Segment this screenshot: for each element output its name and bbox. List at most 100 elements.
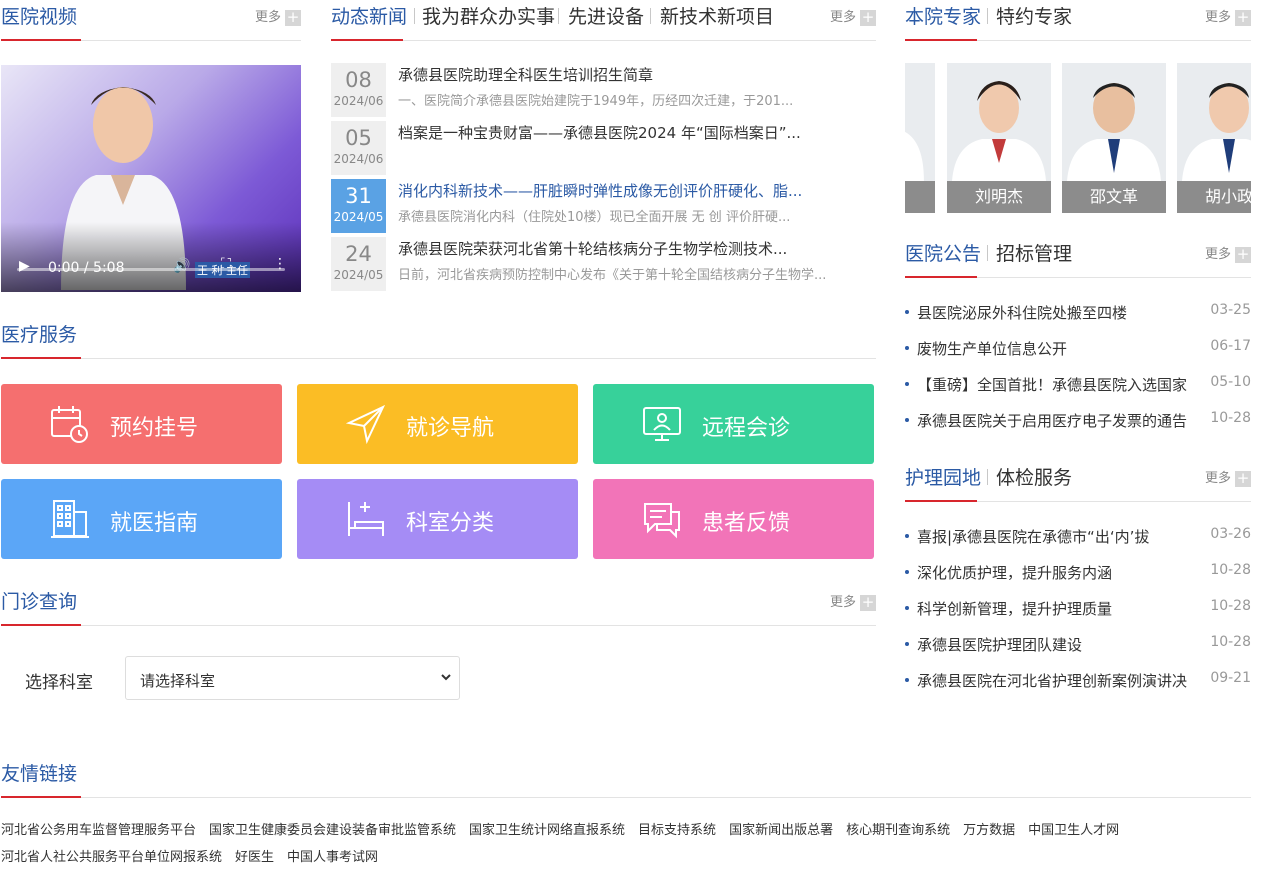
- calendar-clock-icon: [51, 406, 88, 443]
- list-item-title[interactable]: 深化优质护理，提升服务内涵: [917, 562, 1205, 583]
- friendly-link[interactable]: 核心期刊查询系统: [846, 823, 950, 838]
- news-item[interactable]: 08 2024/06 承德县医院助理全科医生培训招生简章 一、医院简介承德县医院始…: [331, 63, 876, 117]
- nursing-header: 护理园地 体检服务 更多 +: [905, 461, 1251, 502]
- experts-carousel[interactable]: 刘明杰 邵文革 胡小政: [905, 63, 1251, 213]
- navigation-label: 就诊导航: [406, 416, 495, 441]
- news-day: 24: [345, 242, 372, 266]
- department-select[interactable]: 请选择科室: [125, 656, 460, 700]
- bullet-icon: [905, 382, 909, 386]
- guide-button[interactable]: 就医指南: [1, 479, 282, 559]
- list-item[interactable]: 废物生产单位信息公开 06-17: [905, 337, 1251, 361]
- news-title[interactable]: 承德县医院助理全科医生培训招生简章: [398, 64, 868, 85]
- list-item-date: 05-10: [1210, 374, 1251, 390]
- list-item-title[interactable]: 县医院泌尿外科住院处搬至四楼: [917, 302, 1205, 323]
- outpatient-more-link[interactable]: 更多 +: [830, 591, 876, 611]
- friendly-link[interactable]: 好医生: [235, 850, 274, 865]
- friendly-link[interactable]: 万方数据: [963, 823, 1015, 838]
- list-item[interactable]: 深化优质护理，提升服务内涵 10-28: [905, 561, 1251, 585]
- list-item-date: 10-28: [1210, 634, 1251, 650]
- expert-photo: [905, 131, 924, 181]
- tab-new-tech[interactable]: 新技术新项目: [660, 2, 774, 29]
- friendly-link[interactable]: 国家新闻出版总署: [729, 823, 833, 838]
- list-item-date: 03-25: [1210, 302, 1251, 318]
- friendly-link[interactable]: 国家卫生统计网络直报系统: [469, 823, 625, 838]
- list-item-title[interactable]: 承德县医院在河北省护理创新案例演讲决: [917, 670, 1205, 691]
- news-day: 31: [345, 184, 372, 208]
- expert-card[interactable]: 胡小政: [1177, 63, 1251, 213]
- list-item[interactable]: 喜报|承德县医院在承德市“出‘内’拔 03-26: [905, 525, 1251, 549]
- plus-icon: +: [860, 592, 876, 611]
- list-item-date: 06-17: [1210, 338, 1251, 354]
- friendly-link[interactable]: 目标支持系统: [638, 823, 716, 838]
- tab-checkup[interactable]: 体检服务: [996, 463, 1072, 490]
- experts-more-link[interactable]: 更多 +: [1205, 6, 1251, 26]
- appointment-button[interactable]: 预约挂号: [1, 384, 282, 464]
- video-player[interactable]: ▶ 0:00 / 5:08 🔊 王 利 主任 ⛶ ⋮: [1, 65, 301, 292]
- title-underline: [1, 39, 81, 41]
- video-more-link[interactable]: 更多 +: [255, 6, 301, 26]
- list-item[interactable]: 科学创新管理，提升护理质量 10-28: [905, 597, 1251, 621]
- list-item[interactable]: 承德县医院在河北省护理创新案例演讲决 09-21: [905, 669, 1251, 693]
- expert-photo: [1067, 83, 1161, 181]
- expert-card[interactable]: 刘明杰: [947, 63, 1051, 213]
- friendly-link[interactable]: 河北省公务用车监督管理服务平台: [1, 823, 196, 838]
- plus-icon: +: [285, 7, 301, 26]
- friendly-link[interactable]: 中国人事考试网: [287, 850, 378, 865]
- video-progress-bar[interactable]: [17, 268, 285, 271]
- news-year-month: 2024/06: [333, 152, 384, 166]
- list-item-title[interactable]: 【重磅】全国首批！承德县医院入选国家: [917, 374, 1205, 395]
- news-item[interactable]: 24 2024/05 承德县医院荣获河北省第十轮结核病分子生物学检测技术... 日…: [331, 237, 876, 291]
- video-section-header: 医院视频 更多 +: [1, 0, 301, 41]
- more-label: 更多: [829, 10, 856, 25]
- tab-serve-people[interactable]: 我为群众办实事: [422, 2, 555, 29]
- list-item[interactable]: 【重磅】全国首批！承德县医院入选国家 05-10: [905, 373, 1251, 397]
- list-item-title[interactable]: 承德县医院关于启用医疗电子发票的通告: [917, 410, 1205, 431]
- remote-consultation-button[interactable]: 远程会诊: [593, 384, 874, 464]
- news-day: 05: [345, 126, 372, 150]
- tab-separator: [987, 8, 988, 24]
- list-item-title[interactable]: 喜报|承德县医院在承德市“出‘内’拔: [917, 526, 1205, 547]
- notice-more-link[interactable]: 更多 +: [1205, 243, 1251, 263]
- tab-news[interactable]: 动态新闻: [331, 2, 407, 29]
- more-label: 更多: [1204, 471, 1231, 486]
- feedback-button[interactable]: 患者反馈: [593, 479, 874, 559]
- news-title[interactable]: 承德县医院荣获河北省第十轮结核病分子生物学检测技术...: [398, 238, 868, 259]
- news-item[interactable]: 31 2024/05 消化内科新技术——肝脏瞬时弹性成像无创评价肝硬化、脂... …: [331, 179, 876, 233]
- tab-invited-experts[interactable]: 特约专家: [996, 2, 1072, 29]
- list-item-title[interactable]: 科学创新管理，提升护理质量: [917, 598, 1205, 619]
- list-item-title[interactable]: 承德县医院护理团队建设: [917, 634, 1205, 655]
- news-year-month: 2024/05: [333, 210, 384, 224]
- list-item[interactable]: 承德县医院护理团队建设 10-28: [905, 633, 1251, 657]
- news-summary: 承德县医院消化内科（住院处10楼）现已全面开展 无 创 评价肝硬...: [398, 210, 791, 225]
- tab-bidding[interactable]: 招标管理: [996, 239, 1072, 266]
- bullet-icon: [905, 606, 909, 610]
- expert-card-partial[interactable]: [905, 63, 935, 213]
- news-item[interactable]: 05 2024/06 档案是一种宝贵财富——承德县医院2024 年“国际档案日”.…: [331, 121, 876, 175]
- expert-card[interactable]: 邵文革: [1062, 63, 1166, 213]
- list-item-title[interactable]: 废物生产单位信息公开: [917, 338, 1205, 359]
- tab-hospital-notice[interactable]: 医院公告: [905, 239, 981, 266]
- navigation-button[interactable]: 就诊导航: [297, 384, 578, 464]
- department-select-value: 请选择科室: [140, 672, 216, 690]
- bullet-icon: [905, 310, 909, 314]
- list-item[interactable]: 县医院泌尿外科住院处搬至四楼 03-25: [905, 301, 1251, 325]
- news-title[interactable]: 消化内科新技术——肝脏瞬时弹性成像无创评价肝硬化、脂...: [398, 180, 868, 201]
- bullet-icon: [905, 418, 909, 422]
- nursing-more-link[interactable]: 更多 +: [1205, 467, 1251, 487]
- expert-photo: [952, 81, 1046, 181]
- friendly-link[interactable]: 国家卫生健康委员会建设装备审批监管系统: [209, 823, 456, 838]
- plus-icon: +: [1235, 7, 1251, 26]
- volume-icon[interactable]: 🔊: [173, 258, 190, 274]
- news-title[interactable]: 档案是一种宝贵财富——承德县医院2024 年“国际档案日”...: [398, 122, 868, 143]
- news-more-link[interactable]: 更多 +: [830, 6, 876, 26]
- tab-hospital-experts[interactable]: 本院专家: [905, 2, 981, 29]
- departments-button[interactable]: 科室分类: [297, 479, 578, 559]
- tab-nursing[interactable]: 护理园地: [905, 463, 981, 490]
- friendly-link[interactable]: 河北省人社公共服务平台单位网报系统: [1, 850, 222, 865]
- tab-equipment[interactable]: 先进设备: [568, 2, 644, 29]
- friendly-link[interactable]: 中国卫生人才网: [1028, 823, 1119, 838]
- list-item[interactable]: 承德县医院关于启用医疗电子发票的通告 10-28: [905, 409, 1251, 433]
- more-label: 更多: [1204, 247, 1231, 262]
- video-section-title[interactable]: 医院视频: [1, 2, 77, 29]
- play-icon[interactable]: ▶: [19, 258, 30, 274]
